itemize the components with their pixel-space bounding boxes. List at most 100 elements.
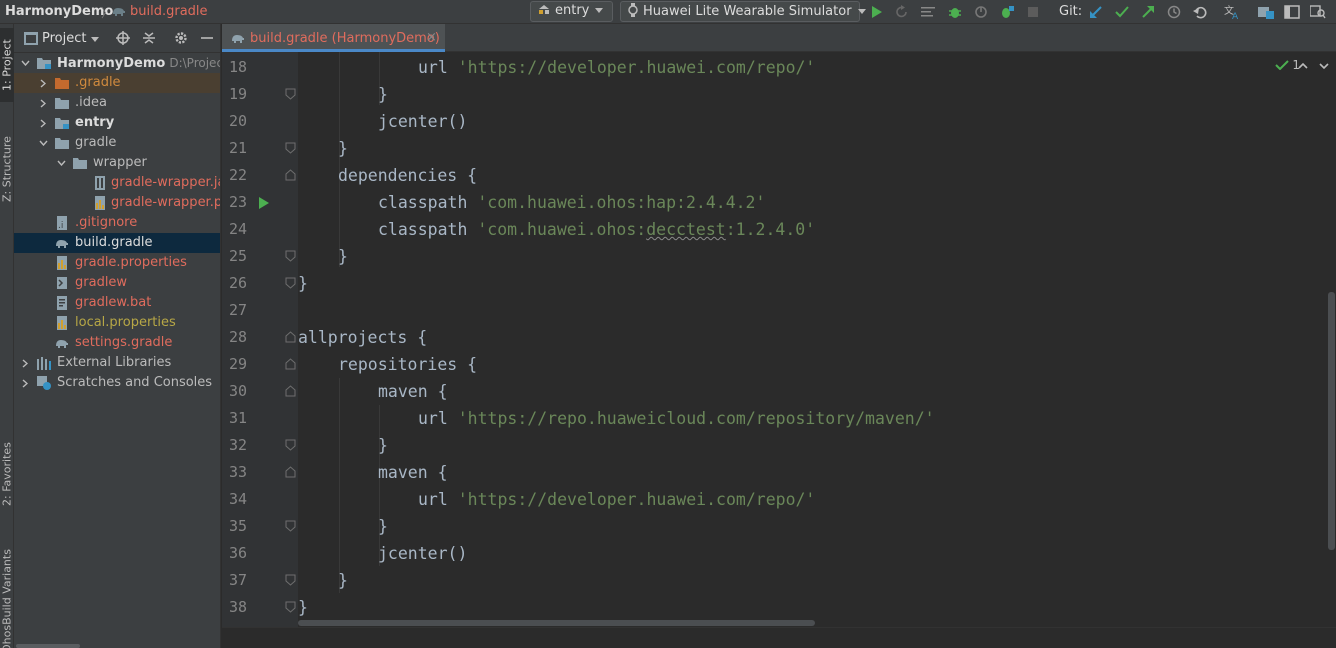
tree-item[interactable]: gradlew.bat <box>14 293 220 313</box>
fold-marker-icon[interactable] <box>285 601 296 613</box>
fold-marker-icon[interactable] <box>285 277 296 289</box>
tree-item-selected[interactable]: build.gradle <box>14 233 220 253</box>
tool-window-tab-structure[interactable]: Z: Structure <box>0 124 14 214</box>
fold-marker-icon[interactable] <box>285 466 296 478</box>
tree-item[interactable]: gradlew <box>14 273 220 293</box>
fold-marker-icon[interactable] <box>285 574 296 586</box>
fold-marker-icon[interactable] <box>285 88 296 100</box>
code-line: } <box>338 247 348 266</box>
line-number: 19 <box>228 85 247 103</box>
stop-icon[interactable] <box>1024 3 1042 21</box>
chevron-down-icon[interactable] <box>56 153 66 173</box>
chevron-down-icon[interactable] <box>1318 60 1330 72</box>
line-number: 32 <box>228 436 247 454</box>
chevron-up-icon[interactable] <box>1297 60 1309 72</box>
git-update-icon[interactable] <box>1087 3 1105 21</box>
chevron-right-icon[interactable] <box>38 73 48 93</box>
rollback-icon[interactable] <box>1191 3 1209 21</box>
module-folder-icon <box>55 116 69 130</box>
collapse-all-icon[interactable] <box>141 30 157 46</box>
tree-item[interactable]: .i .gitignore <box>14 213 220 233</box>
tree-item[interactable]: .gradle <box>14 73 220 93</box>
tree-item[interactable]: wrapper <box>14 153 220 173</box>
tree-item[interactable]: gradle-wrapper.properties <box>14 193 220 213</box>
project-panel-title[interactable]: Project <box>42 31 86 46</box>
tool-window-tab-project[interactable]: 1: Project <box>0 28 14 102</box>
rerun-icon[interactable] <box>893 3 911 21</box>
translate-icon[interactable]: 文A <box>1223 3 1241 21</box>
gradle-file-icon <box>55 336 69 350</box>
code-area[interactable]: url 'https://developer.huawei.com/repo/'… <box>298 52 1328 627</box>
code-line: } <box>298 598 308 617</box>
tree-item[interactable]: gradle <box>14 133 220 153</box>
tree-item-external-libraries[interactable]: External Libraries <box>14 353 220 373</box>
history-icon[interactable] <box>1165 3 1183 21</box>
tree-item-scratches[interactable]: Scratches and Consoles <box>14 373 220 393</box>
run-configuration-label: entry <box>555 3 590 18</box>
tree-label: local.properties <box>75 315 176 330</box>
chevron-right-icon[interactable] <box>20 373 30 393</box>
tool-window-tab-ohos-build-variants[interactable]: OhosBuild Variants <box>0 536 14 648</box>
fold-marker-icon[interactable] <box>285 250 296 262</box>
chevron-down-icon[interactable] <box>38 133 48 153</box>
code-line: url 'https://repo.huaweicloud.com/reposi… <box>418 405 935 432</box>
line-number: 18 <box>228 58 247 76</box>
vertical-scrollbar[interactable] <box>1328 292 1335 550</box>
fold-marker-icon[interactable] <box>285 331 296 343</box>
chevron-right-icon[interactable] <box>20 353 30 373</box>
attach-debugger-icon[interactable] <box>998 3 1016 21</box>
chevron-down-icon[interactable] <box>20 53 30 73</box>
editor-tab-build-gradle[interactable]: build.gradle (HarmonyDemo) × <box>222 24 445 52</box>
check-icon <box>1275 60 1290 71</box>
code-token: url <box>418 58 458 77</box>
chevron-right-icon[interactable] <box>38 93 48 113</box>
tree-item[interactable]: local.properties <box>14 313 220 333</box>
device-select[interactable]: Huawei Lite Wearable Simulator <box>620 1 866 22</box>
fold-marker-icon[interactable] <box>285 385 296 397</box>
tree-item[interactable]: settings.gradle <box>14 333 220 353</box>
horizontal-scrollbar[interactable] <box>298 620 815 626</box>
profile-icon[interactable] <box>972 3 990 21</box>
breadcrumb-file[interactable]: build.gradle <box>130 4 208 19</box>
tree-item[interactable]: gradle.properties <box>14 253 220 273</box>
search-everywhere-icon[interactable] <box>1309 3 1327 21</box>
tree-item[interactable]: gradle-wrapper.jar <box>14 173 220 193</box>
coverage-icon[interactable] <box>919 3 937 21</box>
close-icon[interactable]: × <box>426 30 437 45</box>
run-icon[interactable] <box>868 3 886 21</box>
tree-label: .gitignore <box>75 215 138 230</box>
run-configuration-select[interactable]: entry <box>530 1 613 22</box>
line-number: 33 <box>228 463 247 481</box>
run-gutter-icon[interactable] <box>259 197 269 209</box>
breadcrumb-project[interactable]: HarmonyDemo <box>5 4 113 19</box>
code-line: jcenter() <box>378 112 468 131</box>
svg-text:A: A <box>1232 12 1239 20</box>
tree-item[interactable]: .idea <box>14 93 220 113</box>
fold-marker-icon[interactable] <box>285 358 296 370</box>
gear-icon[interactable] <box>173 30 189 46</box>
fold-marker-icon[interactable] <box>285 439 296 451</box>
tree-item-root[interactable]: HarmonyDemoD:\Project_ <box>14 53 220 73</box>
fold-marker-icon[interactable] <box>285 520 296 532</box>
project-panel-scrollbar[interactable] <box>16 644 80 648</box>
fold-marker-icon[interactable] <box>285 142 296 154</box>
tree-label: wrapper <box>93 155 147 170</box>
chevron-down-icon[interactable] <box>91 37 99 42</box>
git-commit-icon[interactable] <box>1113 3 1131 21</box>
code-line: classpath 'com.huawei.ohos:decctest:1.2.… <box>378 216 815 243</box>
code-token: url <box>418 490 458 509</box>
layout-icon[interactable] <box>1283 3 1301 21</box>
debug-icon[interactable] <box>946 3 964 21</box>
chevron-right-icon[interactable] <box>38 113 48 133</box>
hide-panel-icon[interactable] <box>199 30 215 46</box>
properties-file-icon <box>93 196 107 210</box>
fold-marker-icon[interactable] <box>285 169 296 181</box>
project-structure-icon[interactable] <box>1257 3 1275 21</box>
line-number: 24 <box>228 220 247 238</box>
tree-item[interactable]: entry <box>14 113 220 133</box>
git-push-icon[interactable] <box>1139 3 1157 21</box>
typo-highlight[interactable]: decctest <box>646 220 725 239</box>
tool-window-tab-favorites[interactable]: 2: Favorites <box>0 424 14 524</box>
locate-file-icon[interactable] <box>115 30 131 46</box>
code-line: classpath 'com.huawei.ohos:hap:2.4.4.2' <box>378 189 765 216</box>
